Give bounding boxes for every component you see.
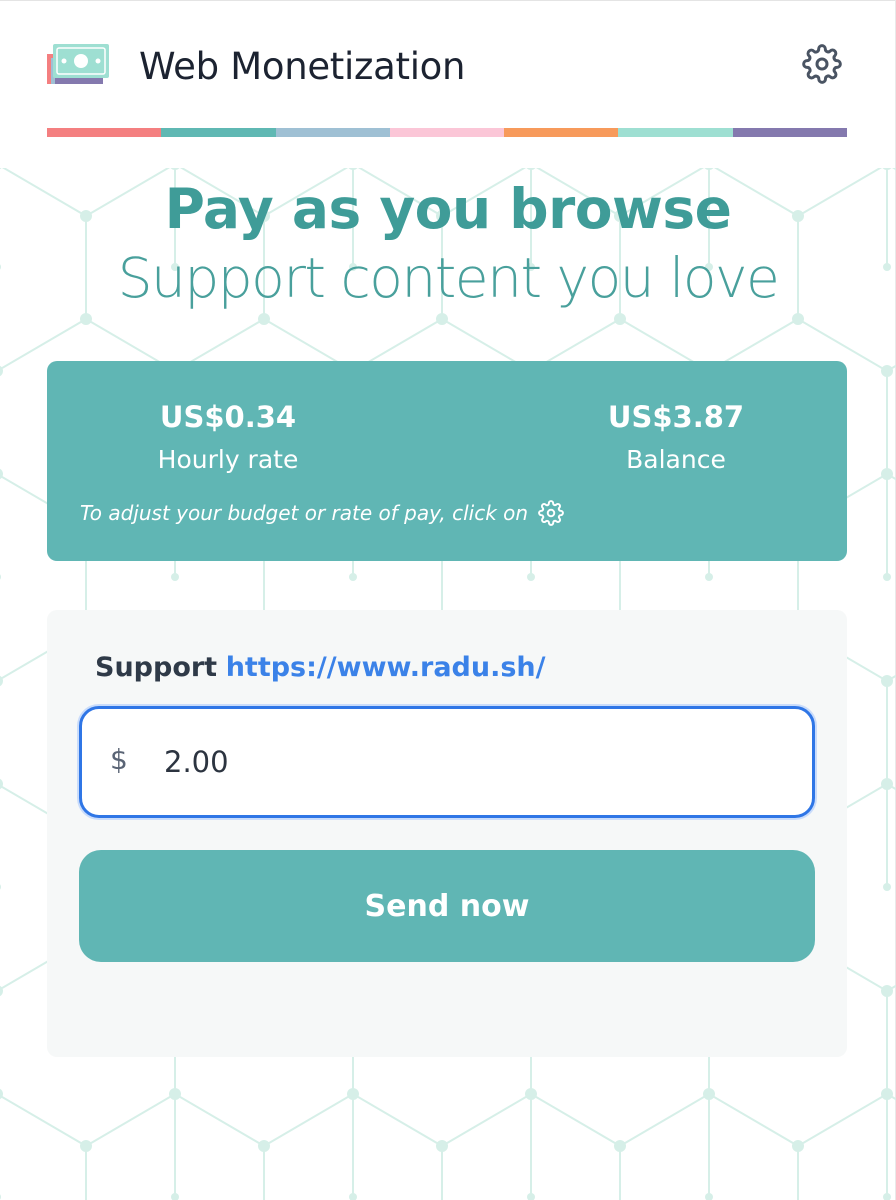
stripe-segment <box>161 128 276 137</box>
currency-symbol: $ <box>110 743 128 776</box>
app-title: Web Monetization <box>139 45 466 88</box>
hero: Pay as you browse Support content you lo… <box>0 176 896 314</box>
budget-hint: To adjust your budget or rate of pay, cl… <box>80 500 564 526</box>
balance-stat: US$3.87 Balance <box>546 397 806 480</box>
send-now-button[interactable]: Send now <box>79 850 815 962</box>
stripe-segment <box>389 128 505 137</box>
header: Web Monetization <box>47 30 847 110</box>
money-bill-icon <box>47 44 109 84</box>
budget-hint-text: To adjust your budget or rate of pay, cl… <box>80 501 529 525</box>
hero-subtitle: Support content you love <box>117 246 780 310</box>
hourly-rate-stat: US$0.34 Hourly rate <box>98 397 358 480</box>
gear-icon <box>802 44 842 84</box>
settings-button[interactable] <box>800 42 844 86</box>
hero-title: Pay as you browse <box>164 177 732 241</box>
support-panel: Support https://www.radu.sh/ $ Send now <box>47 610 847 1057</box>
stripe-segment <box>47 128 162 137</box>
popup-page: Web Monetization Pay as you browse Suppo… <box>0 0 896 1200</box>
balance-value: US$3.87 <box>607 400 745 434</box>
stripe-segment <box>618 128 733 137</box>
support-heading: Support https://www.radu.sh/ <box>95 650 546 686</box>
support-prefix: Support <box>95 652 218 683</box>
amount-field[interactable]: $ <box>79 706 815 818</box>
balance-label: Balance <box>626 445 726 474</box>
top-border <box>0 0 896 1</box>
hourly-rate-label: Hourly rate <box>157 445 299 474</box>
site-link[interactable]: https://www.radu.sh/ <box>226 652 546 683</box>
stripe-segment <box>504 128 619 137</box>
hourly-rate-value: US$0.34 <box>159 400 297 434</box>
stats-card: US$0.34 Hourly rate US$3.87 Balance To a… <box>47 361 847 561</box>
stripe-segment <box>275 128 390 137</box>
gear-icon <box>538 500 564 526</box>
amount-input[interactable] <box>162 735 766 789</box>
stripe-segment <box>732 128 847 137</box>
brand-color-stripe <box>47 128 847 137</box>
